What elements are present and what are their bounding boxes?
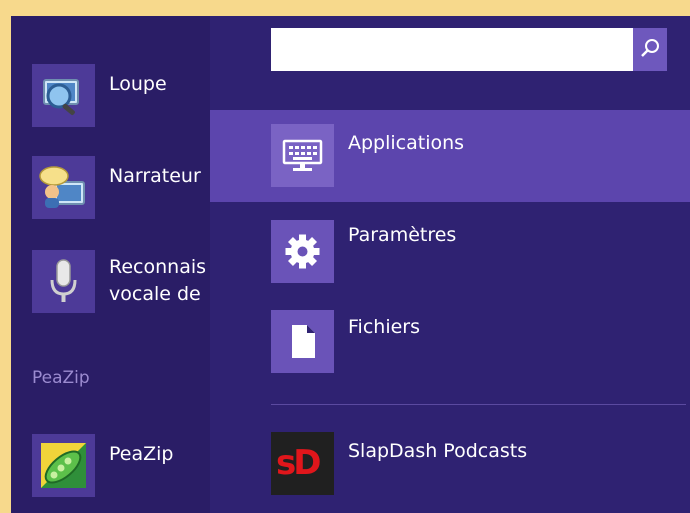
search-pane: Applications Paramètres Fichiers sD Slap…	[210, 16, 690, 513]
start-search-screen: Loupe Narrateur Reconnais vocale de PeaZ…	[11, 16, 690, 513]
scope-label: Applications	[348, 132, 465, 154]
keyboard-monitor-icon	[271, 124, 334, 187]
app-loupe[interactable]: Loupe	[11, 64, 210, 134]
scope-fichiers[interactable]: Fichiers	[210, 296, 690, 388]
narrator-icon	[32, 156, 95, 219]
app-label-line2: vocale de	[109, 283, 201, 305]
scope-applications[interactable]: Applications	[210, 110, 690, 202]
result-slapdash-podcasts[interactable]: sD SlapDash Podcasts	[210, 416, 690, 506]
scope-label: Fichiers	[348, 316, 420, 338]
gear-icon	[271, 220, 334, 283]
search-button[interactable]	[633, 28, 667, 71]
magnifier-icon	[32, 64, 95, 127]
divider	[271, 404, 686, 405]
app-list: Loupe Narrateur Reconnais vocale de PeaZ…	[11, 16, 210, 513]
scope-parametres[interactable]: Paramètres	[210, 206, 690, 298]
app-label: Narrateur	[109, 165, 201, 187]
app-narrateur[interactable]: Narrateur	[11, 156, 210, 226]
app-reconnaissance-vocale[interactable]: Reconnais vocale de	[11, 250, 210, 320]
app-label-line1: Reconnais	[109, 256, 207, 278]
search-icon	[641, 39, 659, 57]
app-label: Loupe	[109, 73, 167, 95]
result-label: SlapDash Podcasts	[348, 440, 528, 462]
peazip-icon	[32, 434, 95, 497]
microphone-icon	[32, 250, 95, 313]
search-input[interactable]	[271, 28, 657, 71]
app-peazip[interactable]: PeaZip	[11, 434, 210, 504]
slapdash-logo-icon: sD	[271, 432, 334, 495]
file-icon	[271, 310, 334, 373]
slapdash-logo-text: sD	[276, 443, 322, 483]
group-header-peazip: PeaZip	[32, 368, 90, 388]
scope-label: Paramètres	[348, 224, 457, 246]
app-label: PeaZip	[109, 443, 174, 465]
